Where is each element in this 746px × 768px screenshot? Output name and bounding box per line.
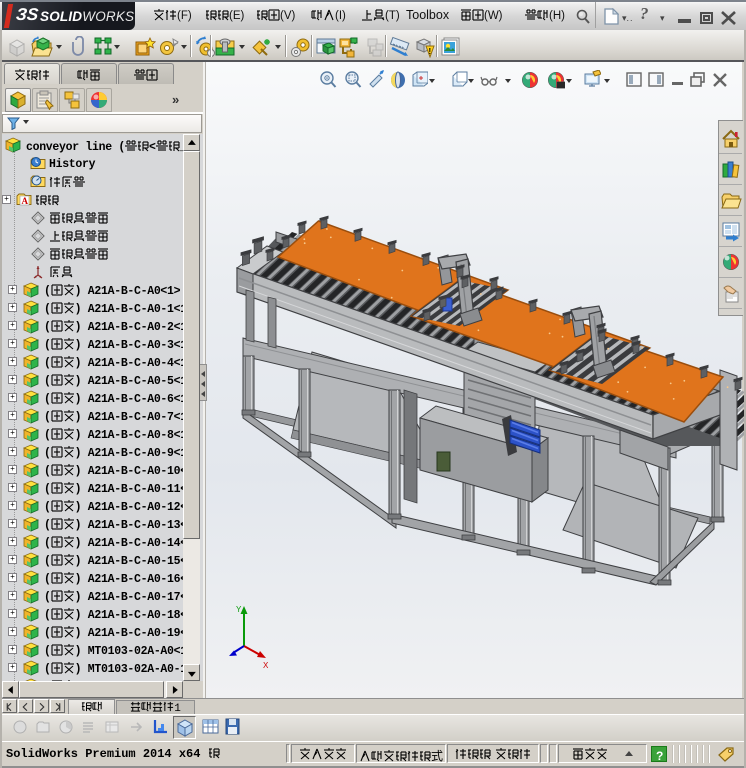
svg-text:X: X (263, 661, 269, 670)
svg-text:Y: Y (236, 605, 242, 614)
svg-text:A: A (22, 196, 29, 206)
